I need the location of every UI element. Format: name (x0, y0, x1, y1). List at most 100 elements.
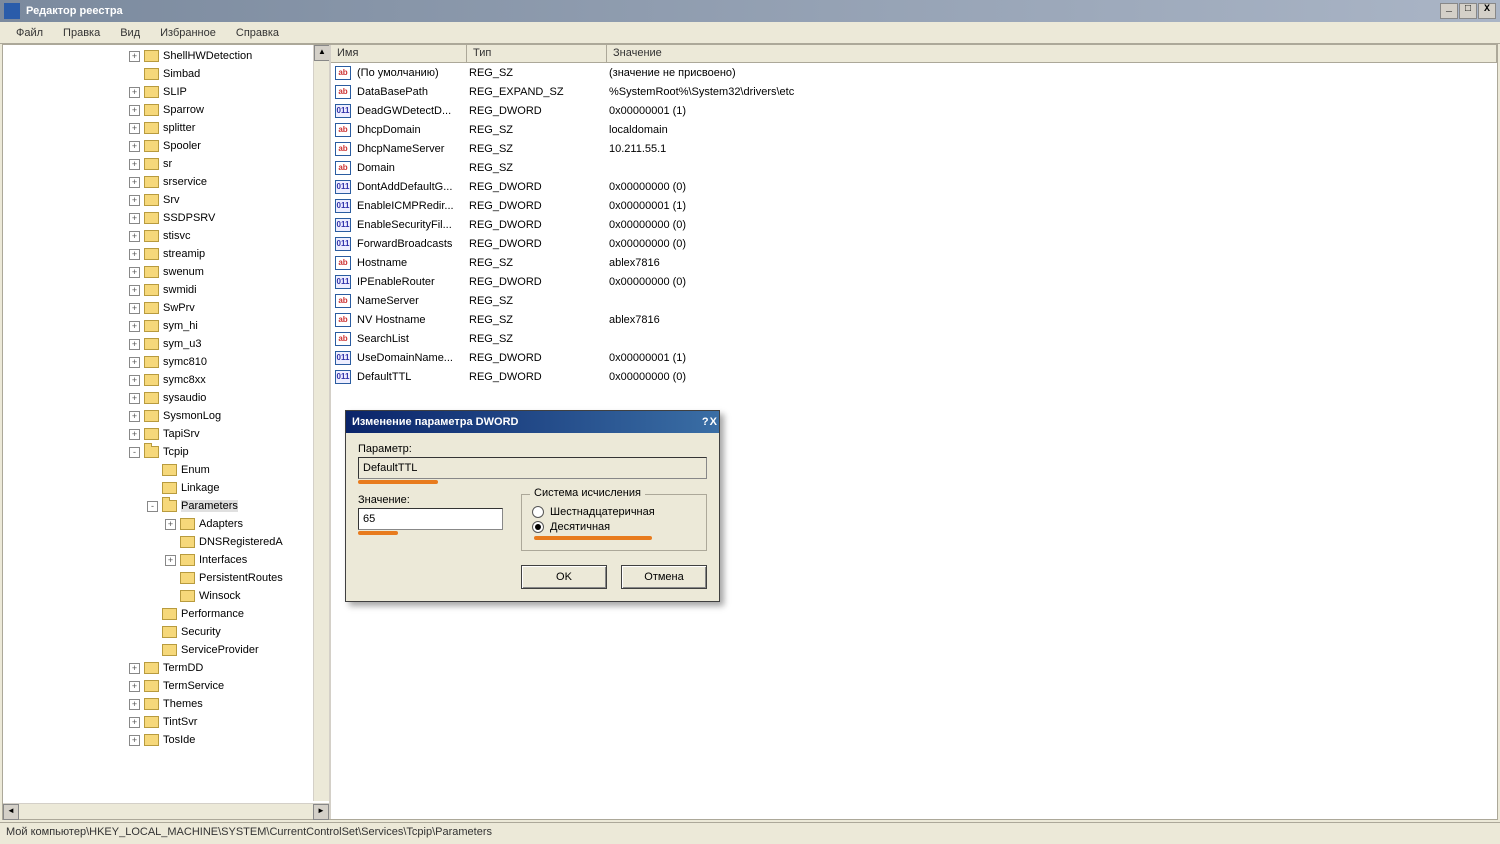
expand-icon[interactable]: + (129, 159, 140, 170)
list-row[interactable]: 011DefaultTTLREG_DWORD0x00000000 (0) (331, 367, 1497, 386)
tree-item[interactable]: +Interfaces (3, 551, 329, 569)
tree-item[interactable]: +Sparrow (3, 101, 329, 119)
tree-item[interactable]: +SLIP (3, 83, 329, 101)
menu-help[interactable]: Справка (226, 25, 289, 41)
expand-icon[interactable]: + (129, 231, 140, 242)
list-row[interactable]: abDomainREG_SZ (331, 158, 1497, 177)
tree-item[interactable]: PersistentRoutes (3, 569, 329, 587)
expand-icon[interactable]: + (129, 717, 140, 728)
tree-item[interactable]: +TapiSrv (3, 425, 329, 443)
tree-item[interactable]: ServiceProvider (3, 641, 329, 659)
tree-item[interactable]: Security (3, 623, 329, 641)
column-name[interactable]: Имя (331, 45, 467, 62)
menu-favorites[interactable]: Избранное (150, 25, 226, 41)
tree-item[interactable]: +swenum (3, 263, 329, 281)
tree-item[interactable]: -Parameters (3, 497, 329, 515)
expand-icon[interactable]: + (129, 303, 140, 314)
scroll-left-icon[interactable]: ◄ (3, 804, 19, 820)
tree-item[interactable]: Performance (3, 605, 329, 623)
expand-icon[interactable]: + (129, 123, 140, 134)
tree-item[interactable]: +symc810 (3, 353, 329, 371)
tree-item[interactable]: +srservice (3, 173, 329, 191)
expand-icon[interactable]: + (129, 429, 140, 440)
tree-item[interactable]: +streamip (3, 245, 329, 263)
list-row[interactable]: 011IPEnableRouterREG_DWORD0x00000000 (0) (331, 272, 1497, 291)
list-row[interactable]: 011EnableICMPRedir...REG_DWORD0x00000001… (331, 196, 1497, 215)
expand-icon[interactable]: + (129, 321, 140, 332)
tree-item[interactable]: +TintSvr (3, 713, 329, 731)
list-row[interactable]: abDhcpDomainREG_SZlocaldomain (331, 120, 1497, 139)
tree-item[interactable]: +sysaudio (3, 389, 329, 407)
tree-item[interactable]: +TosIde (3, 731, 329, 749)
list-row[interactable]: 011UseDomainName...REG_DWORD0x00000001 (… (331, 348, 1497, 367)
tree-item[interactable]: +sym_hi (3, 317, 329, 335)
list-row[interactable]: 011ForwardBroadcastsREG_DWORD0x00000000 … (331, 234, 1497, 253)
expand-icon[interactable]: + (129, 339, 140, 350)
tree-item[interactable]: +sr (3, 155, 329, 173)
tree-item[interactable]: +TermDD (3, 659, 329, 677)
scroll-right-icon[interactable]: ► (313, 804, 329, 820)
dialog-title-bar[interactable]: Изменение параметра DWORD ? X (346, 411, 719, 433)
list-row[interactable]: 011DontAddDefaultG...REG_DWORD0x00000000… (331, 177, 1497, 196)
radio-hex-row[interactable]: Шестнадцатеричная (532, 506, 696, 518)
list-row[interactable]: abNV HostnameREG_SZablex7816 (331, 310, 1497, 329)
registry-value-list[interactable]: ab(По умолчанию)REG_SZ(значение не присв… (331, 63, 1497, 386)
tree-item[interactable]: +swmidi (3, 281, 329, 299)
expand-icon[interactable]: + (165, 519, 176, 530)
cancel-button[interactable]: Отмена (621, 565, 707, 589)
list-row[interactable]: 011DeadGWDetectD...REG_DWORD0x00000001 (… (331, 101, 1497, 120)
tree-item[interactable]: +ShellHWDetection (3, 47, 329, 65)
expand-icon[interactable]: + (129, 141, 140, 152)
expand-icon[interactable]: + (129, 375, 140, 386)
tree-item[interactable]: DNSRegisteredA (3, 533, 329, 551)
list-row[interactable]: abHostnameREG_SZablex7816 (331, 253, 1497, 272)
column-value[interactable]: Значение (607, 45, 1497, 62)
tree-item[interactable]: +Spooler (3, 137, 329, 155)
list-row[interactable]: abNameServerREG_SZ (331, 291, 1497, 310)
expand-icon[interactable]: + (129, 267, 140, 278)
close-button[interactable]: X (1478, 3, 1496, 19)
tree-item[interactable]: -Tcpip (3, 443, 329, 461)
registry-tree[interactable]: +ShellHWDetectionSimbad+SLIP+Sparrow+spl… (3, 45, 329, 751)
expand-icon[interactable]: + (129, 663, 140, 674)
dialog-help-button[interactable]: ? (702, 416, 709, 428)
tree-item[interactable]: +stisvc (3, 227, 329, 245)
expand-icon[interactable]: + (129, 411, 140, 422)
tree-item[interactable]: +SwPrv (3, 299, 329, 317)
expand-icon[interactable]: + (129, 87, 140, 98)
value-input[interactable] (358, 508, 503, 530)
tree-item[interactable]: Winsock (3, 587, 329, 605)
ok-button[interactable]: OK (521, 565, 607, 589)
list-row[interactable]: abDataBasePathREG_EXPAND_SZ%SystemRoot%\… (331, 82, 1497, 101)
menu-edit[interactable]: Правка (53, 25, 110, 41)
column-type[interactable]: Тип (467, 45, 607, 62)
tree-vertical-scrollbar[interactable]: ▲ (313, 45, 329, 801)
radio-dec[interactable] (532, 521, 544, 533)
tree-item[interactable]: Simbad (3, 65, 329, 83)
list-row[interactable]: ab(По умолчанию)REG_SZ(значение не присв… (331, 63, 1497, 82)
radio-dec-row[interactable]: Десятичная (532, 521, 696, 533)
collapse-icon[interactable]: - (147, 501, 158, 512)
list-row[interactable]: abDhcpNameServerREG_SZ10.211.55.1 (331, 139, 1497, 158)
tree-item[interactable]: +symc8xx (3, 371, 329, 389)
tree-item[interactable]: +SysmonLog (3, 407, 329, 425)
tree-item[interactable]: +SSDPSRV (3, 209, 329, 227)
tree-item[interactable]: Linkage (3, 479, 329, 497)
expand-icon[interactable]: + (129, 105, 140, 116)
list-row[interactable]: 011EnableSecurityFil...REG_DWORD0x000000… (331, 215, 1497, 234)
tree-item[interactable]: +Themes (3, 695, 329, 713)
tree-item[interactable]: +sym_u3 (3, 335, 329, 353)
minimize-button[interactable]: _ (1440, 3, 1458, 19)
maximize-button[interactable]: □ (1459, 3, 1477, 19)
tree-item[interactable]: +Adapters (3, 515, 329, 533)
expand-icon[interactable]: + (129, 285, 140, 296)
menu-view[interactable]: Вид (110, 25, 150, 41)
expand-icon[interactable]: + (129, 735, 140, 746)
dialog-close-button[interactable]: X (710, 416, 717, 428)
expand-icon[interactable]: + (165, 555, 176, 566)
collapse-icon[interactable]: - (129, 447, 140, 458)
expand-icon[interactable]: + (129, 51, 140, 62)
radio-hex[interactable] (532, 506, 544, 518)
expand-icon[interactable]: + (129, 393, 140, 404)
expand-icon[interactable]: + (129, 195, 140, 206)
